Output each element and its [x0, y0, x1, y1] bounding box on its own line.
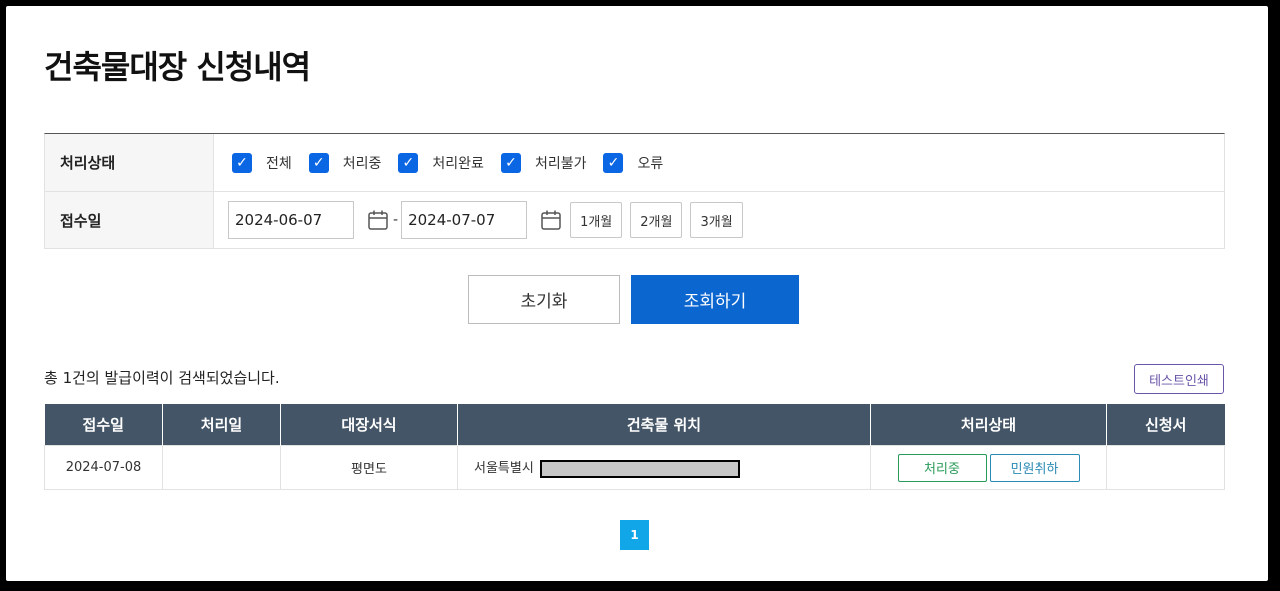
status-checkbox-group: ✓ 전체 ✓ 처리중 ✓ 처리완료 ✓ 처리불가 ✓ 오류 [214, 134, 1224, 191]
cell-application [1106, 445, 1225, 490]
cell-form-type: 평면도 [280, 445, 458, 490]
pagination-page-1[interactable]: 1 [620, 520, 649, 550]
cell-status: 처리중 민원취하 [870, 445, 1107, 490]
checkbox-label: 처리완료 [432, 155, 484, 172]
period-1month-button[interactable]: 1개월 [570, 202, 623, 238]
cell-processed-date [162, 445, 281, 490]
column-header-form: 대장서식 [280, 404, 458, 446]
table-row: 2024-07-08 평면도 서울특별시 처리중 민원취하 [44, 445, 1225, 490]
checkbox-checked-icon[interactable]: ✓ [603, 152, 624, 173]
cell-received-date: 2024-07-08 [44, 445, 163, 490]
calendar-icon[interactable] [540, 209, 562, 231]
start-date-input[interactable]: 2024-06-07 [228, 201, 354, 239]
checkbox-checked-icon[interactable]: ✓ [500, 152, 521, 173]
checkbox-processing[interactable]: ✓ 처리중 [308, 152, 382, 173]
test-print-button[interactable]: 테스트인쇄 [1134, 364, 1224, 394]
cancel-request-button[interactable]: 민원취하 [989, 453, 1080, 482]
status-processing-button[interactable]: 처리중 [897, 453, 987, 482]
column-header-received: 접수일 [44, 404, 163, 446]
checkbox-label: 처리불가 [534, 155, 587, 172]
page-container: 건축물대장 신청내역 처리상태 ✓ 전체 ✓ 처리중 ✓ 처리완료 ✓ 처리불가… [6, 6, 1268, 581]
date-filter-label: 접수일 [45, 192, 214, 248]
date-separator: - [393, 212, 399, 228]
date-range-group: 2024-06-07 - 2024-07-07 1개월 2개월 3개월 [214, 192, 1224, 248]
result-summary: 총 1건의 발급이력이 검색되었습니다. [44, 369, 280, 387]
period-3month-button[interactable]: 3개월 [690, 202, 743, 238]
table-header-row: 접수일 처리일 대장서식 건축물 위치 처리상태 신청서 [44, 404, 1225, 446]
checkbox-all[interactable]: ✓ 전체 [232, 152, 292, 173]
checkbox-completed[interactable]: ✓ 처리완료 [398, 152, 484, 173]
cell-location: 서울특별시 [457, 445, 871, 490]
redacted-address [539, 459, 740, 478]
date-filter-row: 접수일 2024-06-07 - 2024-07-07 1개월 2개월 3개월 [45, 192, 1224, 249]
checkbox-label: 처리중 [342, 155, 382, 172]
page-title: 건축물대장 신청내역 [44, 48, 311, 86]
period-2month-button[interactable]: 2개월 [630, 202, 683, 238]
end-date-input[interactable]: 2024-07-07 [401, 201, 528, 239]
column-header-location: 건축물 위치 [457, 404, 871, 446]
status-filter-label: 처리상태 [45, 134, 214, 191]
checkbox-label: 전체 [266, 155, 292, 172]
reset-button[interactable]: 초기화 [468, 275, 620, 324]
checkbox-checked-icon[interactable]: ✓ [232, 152, 252, 173]
search-button[interactable]: 조회하기 [631, 275, 799, 324]
filter-panel: 처리상태 ✓ 전체 ✓ 처리중 ✓ 처리완료 ✓ 처리불가 ✓ 오류 접수일 2… [44, 133, 1225, 249]
location-text: 서울특별시 [474, 461, 534, 477]
column-header-processed: 처리일 [162, 404, 281, 446]
column-header-status: 처리상태 [870, 404, 1107, 446]
checkbox-checked-icon[interactable]: ✓ [308, 152, 329, 173]
checkbox-label: 오류 [637, 155, 664, 172]
results-table: 접수일 처리일 대장서식 건축물 위치 처리상태 신청서 2024-07-08 … [44, 404, 1225, 490]
status-filter-row: 처리상태 ✓ 전체 ✓ 처리중 ✓ 처리완료 ✓ 처리불가 ✓ 오류 [45, 134, 1224, 192]
checkbox-error[interactable]: ✓ 오류 [603, 152, 664, 173]
checkbox-checked-icon[interactable]: ✓ [398, 152, 419, 173]
calendar-icon[interactable] [367, 209, 389, 231]
column-header-application: 신청서 [1106, 404, 1225, 446]
checkbox-rejected[interactable]: ✓ 처리불가 [500, 152, 587, 173]
